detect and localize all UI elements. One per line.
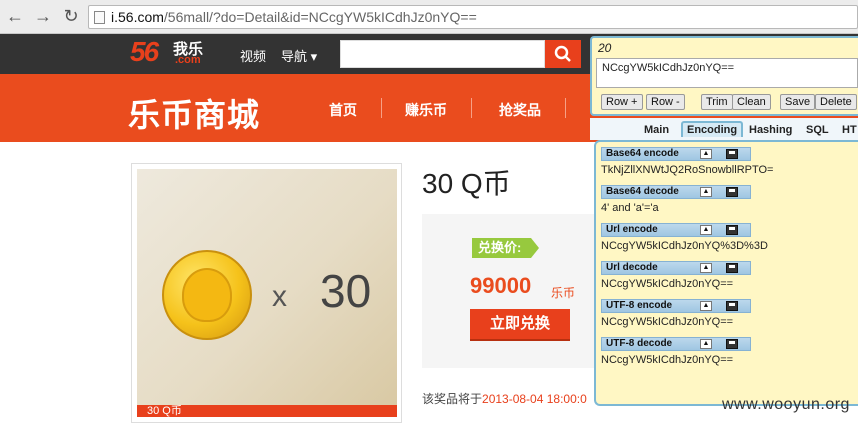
row-label: UTF-8 encode — [606, 300, 673, 311]
save-button[interactable]: Save — [780, 94, 816, 110]
product-caption-strip: 30 Q币 — [137, 405, 397, 417]
tab-sql[interactable]: SQL — [806, 124, 829, 136]
nav-earn[interactable]: 赚乐币 — [405, 100, 447, 120]
apply-arrow-icon[interactable]: ▲ — [700, 301, 712, 311]
url-path: /56mall/?do=Detail&id=NCcgYW5kICdhJz0nYQ… — [163, 9, 477, 25]
tab-hashing[interactable]: Hashing — [749, 124, 792, 136]
price-label-badge: 兑换价: — [472, 238, 540, 258]
url-decode-header: Url decode ▲ — [601, 261, 751, 275]
url-decode-value[interactable]: NCcgYW5kICdhJz0nYQ== — [601, 278, 733, 290]
price-unit: 乐币 — [551, 286, 576, 300]
tab-encoding[interactable]: Encoding — [681, 121, 744, 137]
top-link-nav[interactable]: 导航 ▾ — [281, 46, 317, 65]
nav-divider — [471, 98, 472, 118]
row-label: Url decode — [606, 262, 658, 273]
end-note-date: 2013-08-04 18:00:0 — [482, 392, 587, 406]
base64-encode-header: Base64 encode ▲ — [601, 147, 751, 161]
url-host: i.56.com — [111, 9, 164, 25]
redeem-button[interactable]: 立即兑换 — [470, 309, 570, 341]
search-input[interactable] — [340, 40, 545, 68]
utf8-encode-header: UTF-8 encode ▲ — [601, 299, 751, 313]
hackbar-row-count: 20 — [598, 41, 612, 55]
base64-decode-header: Base64 decode ▲ — [601, 185, 751, 199]
nav-divider — [381, 98, 382, 118]
product-title: 30 Q币 — [422, 168, 511, 199]
reload-icon[interactable]: ↻ — [60, 6, 82, 27]
row-label: Url encode — [606, 224, 658, 235]
quantity-value: 30 — [320, 265, 372, 317]
url-encode-value[interactable]: NCcgYW5kICdhJz0nYQ%3D%3D — [601, 240, 768, 252]
site-logo[interactable]: 56 — [130, 36, 159, 68]
page-icon — [94, 11, 105, 24]
utf8-decode-value[interactable]: NCcgYW5kICdhJz0nYQ== — [601, 354, 733, 366]
back-arrow-icon[interactable]: ← — [4, 6, 26, 27]
apply-arrow-icon[interactable]: ▲ — [700, 187, 712, 197]
save-icon[interactable] — [726, 225, 738, 235]
top-link-video[interactable]: 视频 — [240, 46, 266, 65]
apply-arrow-icon[interactable]: ▲ — [700, 149, 712, 159]
save-icon[interactable] — [726, 339, 738, 349]
address-bar[interactable]: i.56.com/56mall/?do=Detail&id=NCcgYW5kIC… — [88, 5, 858, 29]
hackbar-textarea[interactable]: NCcgYW5kICdhJz0nYQ== — [596, 58, 858, 88]
save-icon[interactable] — [726, 263, 738, 273]
save-icon[interactable] — [726, 187, 738, 197]
save-icon[interactable] — [726, 149, 738, 159]
clean-button[interactable]: Clean — [732, 94, 771, 110]
url-encode-header: Url encode ▲ — [601, 223, 751, 237]
tab-html[interactable]: HT — [842, 124, 857, 136]
watermark: www.wooyun.org — [722, 396, 850, 413]
delete-button[interactable]: Delete — [815, 94, 857, 110]
row-label: UTF-8 decode — [606, 338, 673, 349]
row-plus-button[interactable]: Row + — [601, 94, 643, 110]
tab-main[interactable]: Main — [644, 124, 669, 136]
base64-encode-value[interactable]: TkNjZllXNWtJQ2RoSnowbllRPTO= — [601, 164, 773, 176]
search-button[interactable] — [545, 40, 581, 68]
site-logo-domain: .com — [175, 54, 201, 66]
base64-decode-value[interactable]: 4' and 'a'='a — [601, 202, 659, 214]
nav-home[interactable]: 首页 — [329, 100, 357, 120]
mall-title[interactable]: 乐币商城 — [128, 90, 260, 136]
utf8-decode-header: UTF-8 decode ▲ — [601, 337, 751, 351]
trim-button[interactable]: Trim — [701, 94, 733, 110]
nav-grab[interactable]: 抢奖品 — [499, 100, 541, 120]
quantity-multiplier: x — [272, 280, 287, 313]
apply-arrow-icon[interactable]: ▲ — [700, 263, 712, 273]
search-icon — [554, 45, 571, 62]
qq-penguin-icon — [182, 268, 232, 322]
save-icon[interactable] — [726, 301, 738, 311]
row-minus-button[interactable]: Row - — [646, 94, 685, 110]
utf8-encode-value[interactable]: NCcgYW5kICdhJz0nYQ== — [601, 316, 733, 328]
forward-arrow-icon[interactable]: → — [32, 6, 54, 27]
row-label: Base64 encode — [606, 148, 679, 159]
row-label: Base64 decode — [606, 186, 679, 197]
end-date-note: 该奖品将于2013-08-04 18:00:0 — [422, 390, 587, 407]
apply-arrow-icon[interactable]: ▲ — [700, 339, 712, 349]
price-value: 99000 — [470, 273, 532, 298]
nav-divider — [565, 98, 566, 118]
end-note-prefix: 该奖品将于 — [422, 392, 483, 406]
apply-arrow-icon[interactable]: ▲ — [700, 225, 712, 235]
